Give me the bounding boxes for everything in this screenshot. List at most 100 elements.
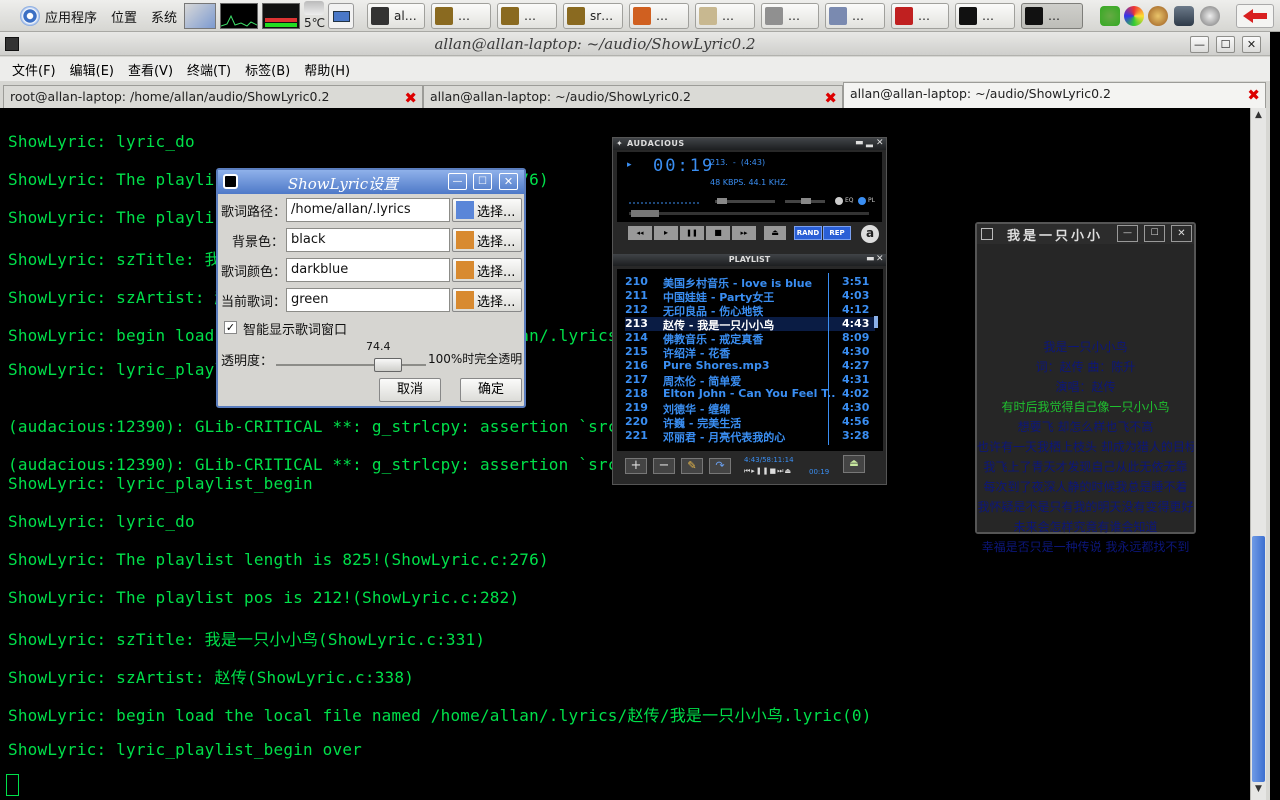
playlist-item[interactable]: 217 周杰伦 - 简单爱 4:31 bbox=[625, 373, 875, 388]
playlist-item[interactable]: 220 许巍 - 完美生活 4:56 bbox=[625, 415, 875, 430]
system-menu[interactable]: 系统 bbox=[151, 7, 177, 26]
shade-icon[interactable]: ▬ bbox=[866, 254, 875, 264]
previous-button[interactable]: ◂◂ bbox=[628, 226, 652, 240]
taskbar-button[interactable]: … bbox=[825, 3, 885, 29]
menu-edit[interactable]: 编辑(E) bbox=[70, 60, 114, 79]
places-menu[interactable]: 位置 bbox=[111, 7, 137, 26]
pause-button[interactable]: ❚❚ bbox=[680, 226, 704, 240]
updates-icon[interactable] bbox=[1148, 6, 1168, 26]
playlist-item[interactable]: 219 刘德华 - 缠绵 4:30 bbox=[625, 401, 875, 416]
minimize-button[interactable]: — bbox=[1117, 225, 1138, 242]
maximize-button[interactable]: ☐ bbox=[473, 173, 492, 190]
shade-icon[interactable]: ▬ bbox=[855, 138, 864, 148]
playlist-item[interactable]: 221 邓丽君 - 月亮代表我的心 3:28 bbox=[625, 429, 875, 444]
remove-icon[interactable]: − bbox=[653, 458, 675, 474]
launcher-icon[interactable] bbox=[184, 3, 216, 29]
cancel-button[interactable]: 取消 bbox=[379, 378, 441, 402]
menu-terminal[interactable]: 终端(T) bbox=[187, 60, 231, 79]
gnome-foot-icon[interactable] bbox=[20, 6, 40, 26]
elapsed-time[interactable]: 00:19 bbox=[653, 156, 714, 176]
eject-button[interactable]: ⏏ bbox=[764, 226, 786, 240]
setting-input[interactable]: /home/allan/.lyrics bbox=[286, 198, 450, 222]
playlist[interactable]: 210 美国乡村音乐 - love is blue 3:51 211 中国娃娃 - Pa… bbox=[617, 269, 883, 451]
close-tab-icon[interactable]: ✖ bbox=[824, 89, 837, 107]
about-icon[interactable]: a bbox=[861, 225, 879, 243]
taskbar-button[interactable]: … bbox=[761, 3, 819, 29]
taskbar-button[interactable]: … bbox=[1021, 3, 1083, 29]
play-button[interactable]: ▸ bbox=[654, 226, 678, 240]
choose-button[interactable]: 选择... bbox=[452, 198, 522, 222]
computer-icon[interactable] bbox=[1174, 6, 1194, 26]
eq-toggle[interactable] bbox=[835, 197, 843, 205]
choose-button[interactable]: 选择... bbox=[452, 288, 522, 312]
menu-tabs[interactable]: 标签(B) bbox=[245, 60, 290, 79]
list-menu-icon[interactable]: ⏏ bbox=[843, 455, 865, 473]
auto-show-checkbox[interactable]: ✓ bbox=[224, 321, 237, 334]
choose-button[interactable]: 选择... bbox=[452, 228, 522, 252]
show-desktop-button[interactable] bbox=[328, 3, 354, 29]
lyrics-title-bar[interactable]: 我是一只小小 — ☐ ✕ bbox=[977, 224, 1194, 244]
applications-menu[interactable]: 应用程序 bbox=[45, 7, 97, 26]
playlist-item[interactable]: 210 美国乡村音乐 - love is blue 3:51 bbox=[625, 275, 875, 290]
close-tab-icon[interactable]: ✖ bbox=[404, 89, 417, 107]
setting-input[interactable]: darkblue bbox=[286, 258, 450, 282]
playlist-item[interactable]: 212 无印良品 - 伤心地铁 4:12 bbox=[625, 303, 875, 318]
user-icon[interactable] bbox=[1100, 6, 1120, 26]
add-icon[interactable]: + bbox=[625, 458, 647, 474]
playlist-scroll-thumb[interactable] bbox=[874, 316, 878, 328]
balance-thumb[interactable] bbox=[801, 198, 811, 204]
playlist-item[interactable]: 214 佛教音乐 - 戒定真香 8:09 bbox=[625, 331, 875, 346]
select-icon[interactable]: ✎ bbox=[681, 458, 703, 474]
playlist-item[interactable]: 216 Pure Shores.mp3 4:27 bbox=[625, 359, 875, 373]
taskbar-button[interactable]: al… bbox=[367, 3, 425, 29]
taskbar-button[interactable]: … bbox=[629, 3, 689, 29]
playlist-item[interactable]: 218 Elton John - Can You Feel T... 4:02 bbox=[625, 387, 875, 401]
scrollbar-thumb[interactable] bbox=[1252, 536, 1265, 782]
taskbar-button[interactable]: sr… bbox=[563, 3, 623, 29]
pl-toggle[interactable] bbox=[858, 197, 866, 205]
close-button[interactable]: ✕ bbox=[1171, 225, 1192, 242]
minimize-button[interactable]: — bbox=[448, 173, 467, 190]
close-icon[interactable]: ✕ bbox=[876, 254, 884, 264]
next-button[interactable]: ▸▸ bbox=[732, 226, 756, 240]
taskbar-button[interactable]: … bbox=[497, 3, 557, 29]
setting-input[interactable]: green bbox=[286, 288, 450, 312]
dialog-title-bar[interactable]: ShowLyric设置 — ☐ ✕ bbox=[218, 170, 524, 194]
menu-icon[interactable]: ✦ bbox=[616, 139, 623, 148]
seek-bar[interactable] bbox=[629, 212, 869, 215]
taskbar-button[interactable]: … bbox=[891, 3, 949, 29]
minimize-button[interactable]: — bbox=[1190, 36, 1209, 53]
volume-thumb[interactable] bbox=[717, 198, 727, 204]
taskbar-button[interactable]: … bbox=[695, 3, 755, 29]
close-tab-icon[interactable]: ✖ bbox=[1247, 86, 1260, 104]
menu-file[interactable]: 文件(F) bbox=[12, 60, 56, 79]
menu-view[interactable]: 查看(V) bbox=[128, 60, 173, 79]
seek-thumb[interactable] bbox=[631, 210, 659, 217]
tab-3[interactable]: allan@allan-laptop: ~/audio/ShowLyric0.2… bbox=[843, 82, 1266, 109]
logout-button[interactable] bbox=[1236, 4, 1274, 28]
stop-button[interactable]: ■ bbox=[706, 226, 730, 240]
repeat-button[interactable]: REP bbox=[823, 226, 851, 240]
title-bar[interactable]: allan@allan-laptop: ~/audio/ShowLyric0.2… bbox=[0, 32, 1270, 56]
menu-help[interactable]: 帮助(H) bbox=[304, 60, 350, 79]
mini-controls[interactable]: ⏮▸❚❚■⏭⏏ bbox=[744, 467, 792, 476]
playlist-item[interactable]: 215 许绍洋 - 花香 4:30 bbox=[625, 345, 875, 360]
tab-1[interactable]: root@allan-laptop: /home/allan/audio/Sho… bbox=[3, 85, 423, 108]
setting-input[interactable]: black bbox=[286, 228, 450, 252]
ok-button[interactable]: 确定 bbox=[460, 378, 522, 402]
transparency-slider-thumb[interactable] bbox=[373, 358, 402, 372]
transparency-slider-track[interactable] bbox=[276, 364, 426, 366]
network-icon[interactable] bbox=[1124, 6, 1144, 26]
maximize-button[interactable]: ☐ bbox=[1144, 225, 1165, 242]
choose-button[interactable]: 选择... bbox=[452, 258, 522, 282]
minimize-icon[interactable]: ▂ bbox=[866, 138, 873, 148]
vertical-scrollbar[interactable]: ▲ ▼ bbox=[1250, 108, 1266, 800]
maximize-button[interactable]: ☐ bbox=[1216, 36, 1235, 53]
taskbar-button[interactable]: … bbox=[955, 3, 1015, 29]
playlist-item[interactable]: 211 中国娃娃 - Party女王 4:03 bbox=[625, 289, 875, 304]
shuffle-button[interactable]: RAND bbox=[794, 226, 822, 240]
playlist-title-bar[interactable]: PLAYLIST ▬ ✕ bbox=[613, 254, 886, 266]
close-button[interactable]: ✕ bbox=[499, 173, 518, 190]
taskbar-button[interactable]: … bbox=[431, 3, 491, 29]
close-icon[interactable]: ✕ bbox=[876, 138, 884, 148]
